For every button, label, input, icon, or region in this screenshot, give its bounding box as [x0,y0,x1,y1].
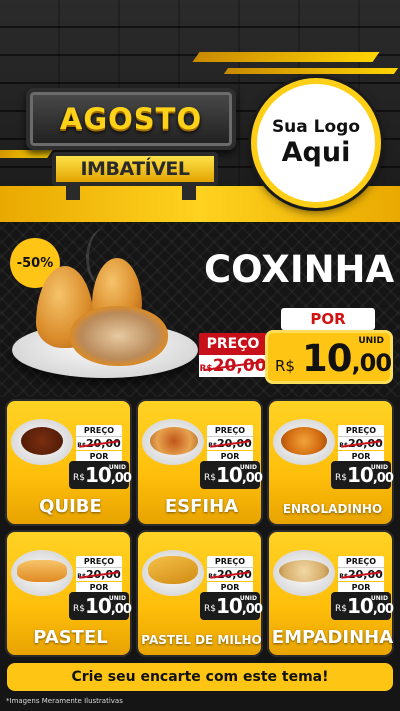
preco-label: PREÇO [76,556,122,567]
logo-text-line2: Aqui [281,136,351,168]
old-price-tag: PREÇO R$20,00 [338,425,384,451]
old-price: R$20,00 [207,567,253,581]
empadinha-image [279,560,329,582]
price-dec: ,00 [372,602,394,617]
product-card-pastel[interactable]: PREÇO R$20,00 POR R$ 10,00 UNID PASTEL [5,530,132,657]
price-int: 10 [302,337,352,380]
old-price-tag: PREÇO R$20,00 [207,425,253,451]
old-price: R$20,00 [76,436,122,450]
product-name: QUIBE [39,496,102,517]
product-card-pastel-de-milho[interactable]: PREÇO R$20,00 POR R$ 10,00 UNID PASTEL D… [136,530,263,657]
price-int: 10 [347,463,374,487]
logo-placeholder: Sua Logo Aqui [251,78,381,208]
header-banner: AGOSTO IMBATÍVEL Sua Logo Aqui [0,0,400,222]
price-int: 10 [216,594,243,618]
product-price: R$ 10,00 UNID [200,461,263,489]
logo-text-line1: Sua Logo [271,117,361,138]
hero-price: R$ 10,00 UNID [265,330,393,384]
price-int: 10 [216,463,243,487]
price-dec: ,00 [372,471,394,486]
gold-stripe [192,52,380,62]
enroladinho-image [281,427,327,455]
gold-stripe [223,68,399,74]
price-currency: R$ [73,604,85,614]
price-dec: ,00 [351,349,393,377]
product-price: R$ 10,00 UNID [331,592,394,620]
price-unit: UNID [239,464,257,471]
product-card-quibe[interactable]: PREÇO R$20,00 POR R$ 10,00 UNID QUIBE [5,399,132,526]
campaign-sign-top: AGOSTO [26,88,236,150]
product-name: EMPADINHA [271,627,394,648]
price-dec: ,00 [241,602,263,617]
price-unit: UNID [358,336,384,346]
product-name: ESFIHA [164,496,239,517]
product-card-empadinha[interactable]: PREÇO R$20,00 POR R$ 10,00 UNID EMPADINH… [267,530,394,657]
sign-foot [66,186,80,200]
quibe-image [21,427,63,455]
preco-label: PREÇO [338,556,384,567]
price-dec: ,00 [110,602,132,617]
coxinha-cut-image [70,306,168,366]
price-currency: R$ [335,473,347,483]
product-card-enroladinho[interactable]: PREÇO R$20,00 POR R$ 10,00 UNID ENROLADI… [267,399,394,526]
preco-label: PREÇO [76,425,122,436]
esfiha-image [150,427,198,455]
old-price: R$20,00 [199,355,267,377]
price-currency: R$ [275,357,295,375]
product-price: R$ 10,00 UNID [200,592,263,620]
preco-label: PREÇO [199,333,267,355]
price-int: 10 [85,594,112,618]
old-price-tag: PREÇO R$20,00 [207,556,253,582]
pastel-image [17,560,67,582]
preco-label: PREÇO [207,556,253,567]
product-price: R$ 10,00 UNID [331,461,394,489]
product-price: R$ 10,00 UNID [69,461,132,489]
price-dec: ,00 [241,471,263,486]
price-currency: R$ [73,473,85,483]
price-currency: R$ [204,473,216,483]
campaign-title: AGOSTO [59,102,203,136]
old-price-tag: PREÇO R$20,00 [76,425,122,451]
price-int: 10 [85,463,112,487]
product-name: ENROLADINHO [282,502,383,516]
campaign-sign: AGOSTO IMBATÍVEL [26,88,236,206]
product-grid: PREÇO R$20,00 POR R$ 10,00 UNID QUIBE PR… [0,397,400,657]
price-unit: UNID [239,595,257,602]
cta-button[interactable]: Crie seu encarte com este tema! [7,663,393,691]
disclaimer-text: *Imagens Meramente Ilustrativas [6,697,123,705]
preco-label: PREÇO [207,425,253,436]
old-price-tag: PREÇO R$20,00 [76,556,122,582]
hero-product-title: COXINHA [204,248,395,291]
hero-offer: -50% COXINHA POR PREÇO R$20,00 R$ 10,00 … [0,222,400,397]
sign-foot [182,186,196,200]
product-card-esfiha[interactable]: PREÇO R$20,00 POR R$ 10,00 UNID ESFIHA [136,399,263,526]
product-name: PASTEL DE MILHO [141,633,262,647]
product-name: PASTEL [33,627,108,648]
old-price: R$20,00 [338,436,384,450]
campaign-subtitle: IMBATÍVEL [80,158,190,180]
pastel-de-milho-image [148,556,198,584]
product-price: R$ 10,00 UNID [69,592,132,620]
old-price-tag: PREÇO R$20,00 [338,556,384,582]
old-price-tag: PREÇO R$20,00 [199,333,267,379]
campaign-sign-bottom: IMBATÍVEL [52,152,218,186]
price-unit: UNID [370,464,388,471]
price-unit: UNID [108,464,126,471]
por-label: POR [281,308,375,330]
preco-label: PREÇO [338,425,384,436]
old-price: R$20,00 [207,436,253,450]
old-price: R$20,00 [338,567,384,581]
price-currency: R$ [204,604,216,614]
price-unit: UNID [108,595,126,602]
old-price: R$20,00 [76,567,122,581]
price-int: 10 [347,594,374,618]
price-currency: R$ [335,604,347,614]
price-unit: UNID [370,595,388,602]
price-dec: ,00 [110,471,132,486]
